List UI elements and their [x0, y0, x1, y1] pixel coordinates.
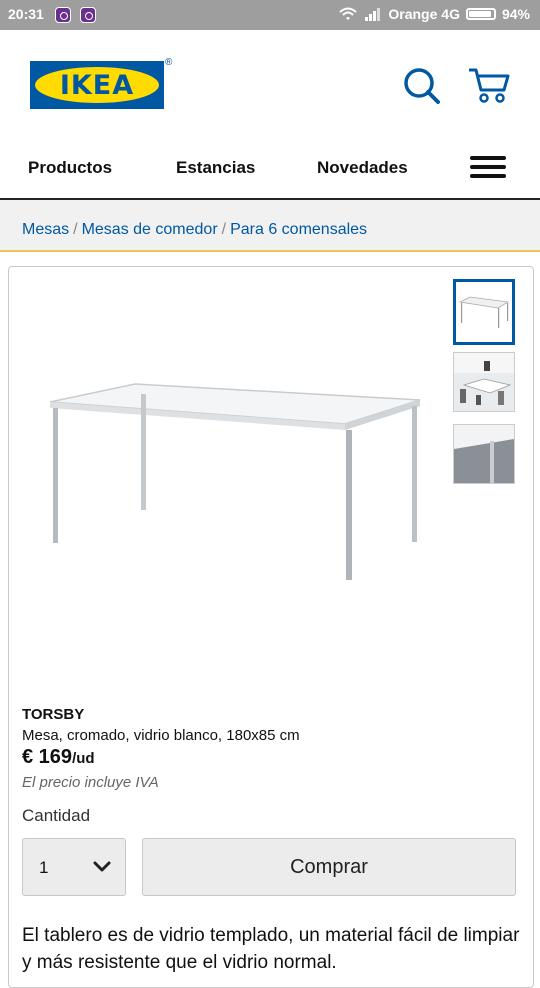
hamburger-menu-icon[interactable] — [470, 156, 506, 182]
battery-percent: 94% — [501, 6, 530, 22]
chevron-down-icon — [93, 861, 111, 872]
menu-line — [470, 156, 506, 160]
product-thumbnail-1[interactable] — [453, 279, 515, 345]
nav-item-estancias[interactable]: Estancias — [176, 158, 255, 178]
cart-icon — [469, 68, 510, 103]
main-nav: Productos Estancias Novedades — [0, 140, 540, 200]
breadcrumb-separator: / — [73, 221, 78, 238]
carrier-label: Orange 4G — [388, 6, 460, 22]
breadcrumb-link-mesas[interactable]: Mesas — [22, 221, 69, 238]
registered-mark: ® — [165, 57, 173, 68]
dining-room-thumbnail-icon — [454, 353, 514, 411]
quantity-select[interactable]: 1 — [22, 838, 126, 896]
breadcrumb: Mesas / Mesas de comedor / Para 6 comensales — [0, 200, 540, 252]
table-thumbnail-icon — [458, 296, 510, 328]
product-body-text: El tablero es de vidrio templado, un mat… — [22, 925, 520, 973]
breadcrumb-link-para-6-comensales[interactable]: Para 6 comensales — [230, 221, 367, 238]
vat-note: El precio incluye IVA — [22, 774, 159, 791]
breadcrumb-separator: / — [221, 221, 227, 238]
nav-item-novedades[interactable]: Novedades — [317, 158, 408, 178]
product-name: TORSBY — [22, 706, 85, 723]
signal-icon — [365, 8, 381, 21]
search-button[interactable] — [400, 64, 444, 108]
quantity-label: Cantidad — [22, 806, 91, 825]
breadcrumb-link-mesas-de-comedor[interactable]: Mesas de comedor — [82, 221, 218, 238]
cart-button[interactable] — [466, 64, 512, 108]
menu-line — [470, 174, 506, 178]
search-icon — [404, 68, 440, 104]
product-main-image[interactable] — [40, 380, 430, 590]
instagram-notification-icon — [55, 7, 71, 23]
battery-icon — [465, 8, 496, 20]
price-unit: /ud — [72, 750, 95, 767]
logo-oval: IKEA — [35, 67, 159, 103]
product-thumbnail-3[interactable] — [453, 424, 515, 484]
price-value: € 169 — [22, 746, 73, 768]
logo-text: IKEA — [59, 69, 135, 101]
status-time: 20:31 — [8, 6, 44, 22]
ikea-logo[interactable]: IKEA — [30, 61, 164, 109]
instagram-notification-icon — [80, 7, 96, 23]
nav-item-productos[interactable]: Productos — [28, 158, 112, 178]
product-thumbnail-2[interactable] — [453, 352, 515, 412]
product-description: Mesa, cromado, vidrio blanco, 180x85 cm — [22, 727, 300, 744]
quantity-value: 1 — [39, 858, 49, 877]
buy-button[interactable]: Comprar — [142, 838, 516, 896]
tabletop-detail-thumbnail-icon — [454, 425, 514, 483]
menu-line — [470, 165, 506, 169]
wifi-icon — [339, 7, 358, 20]
status-bar: 20:31 Orange 4G 94% — [0, 0, 540, 30]
product-price: € 169/ud — [22, 746, 95, 769]
